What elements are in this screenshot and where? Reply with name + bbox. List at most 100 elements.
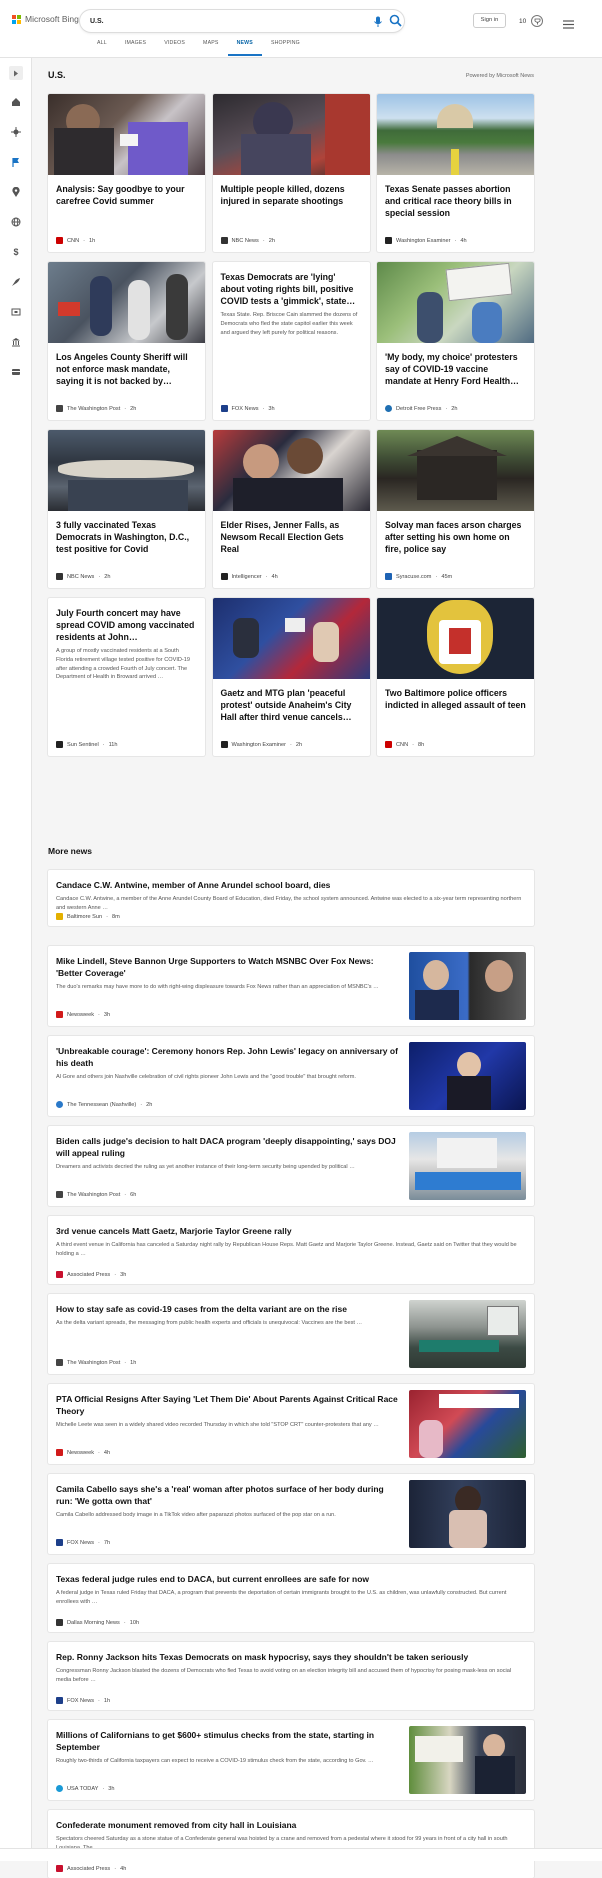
tab-images[interactable]: IMAGES	[116, 40, 155, 56]
products-icon[interactable]	[10, 366, 22, 378]
news-thumbnail	[409, 1300, 526, 1368]
list-item[interactable]: 'Unbreakable courage': Ceremony honors R…	[48, 1036, 534, 1116]
more-news-title: More news	[48, 846, 92, 856]
news-title[interactable]: Solvay man faces arson charges after set…	[385, 520, 526, 555]
news-title[interactable]: Camila Cabello says she's a 'real' woman…	[56, 1484, 401, 1507]
news-title[interactable]: 3rd venue cancels Matt Gaetz, Marjorie T…	[56, 1226, 526, 1238]
brand-name: Microsoft Bing	[25, 14, 79, 24]
news-card[interactable]: 3 fully vaccinated Texas Democrats in Wa…	[48, 430, 205, 588]
news-image	[377, 262, 534, 343]
rewards[interactable]: 10	[519, 15, 544, 27]
news-title[interactable]: 3 fully vaccinated Texas Democrats in Wa…	[56, 520, 197, 555]
sign-in-button[interactable]: Sign in	[473, 13, 506, 28]
news-card[interactable]: 'My body, my choice' protesters say of C…	[377, 262, 534, 420]
bing-logo[interactable]: Microsoft Bing	[12, 14, 79, 24]
news-title[interactable]: 'My body, my choice' protesters say of C…	[385, 352, 526, 387]
menu-icon[interactable]	[563, 16, 574, 29]
list-item[interactable]: Candace C.W. Antwine, member of Anne Aru…	[48, 870, 534, 926]
source-logo-icon	[220, 237, 228, 244]
news-title[interactable]: Confederate monument removed from city h…	[56, 1820, 526, 1832]
news-title[interactable]: Gaetz and MTG plan 'peaceful protest' ou…	[221, 688, 362, 723]
rocket-icon[interactable]	[10, 276, 22, 288]
news-source: Syracuse.com · 45m	[385, 573, 452, 580]
news-title[interactable]: Texas federal judge rules end to DACA, b…	[56, 1574, 526, 1586]
news-card[interactable]: Multiple people killed, dozens injured i…	[212, 94, 370, 252]
news-card[interactable]: Elder Rises, Jenner Falls, as Newsom Rec…	[212, 430, 370, 588]
source-logo-icon	[56, 1449, 63, 1456]
tab-maps[interactable]: MAPS	[194, 40, 228, 56]
list-item[interactable]: Texas federal judge rules end to DACA, b…	[48, 1564, 534, 1632]
source-logo-icon	[56, 913, 63, 920]
news-title[interactable]: PTA Official Resigns After Saying 'Let T…	[56, 1394, 401, 1417]
list-item[interactable]: Camila Cabello says she's a 'real' woman…	[48, 1474, 534, 1554]
globe-icon[interactable]	[10, 216, 22, 228]
news-title[interactable]: July Fourth concert may have spread COVI…	[56, 608, 197, 643]
news-title[interactable]: Millions of Californians to get $600+ st…	[56, 1730, 401, 1753]
coronavirus-icon[interactable]	[10, 126, 22, 138]
news-thumbnail	[409, 952, 526, 1020]
news-source: Newsweek · 3h	[56, 1011, 110, 1018]
source-logo-icon	[56, 1865, 63, 1872]
news-snippet: Congressman Ronny Jackson blasted the do…	[56, 1668, 512, 1683]
tab-news[interactable]: NEWS	[227, 40, 262, 56]
list-item[interactable]: Confederate monument removed from city h…	[48, 1810, 534, 1878]
list-item[interactable]: How to stay safe as covid-19 cases from …	[48, 1294, 534, 1374]
news-card[interactable]: Texas Senate passes abortion and critica…	[377, 94, 534, 252]
news-title[interactable]: How to stay safe as covid-19 cases from …	[56, 1304, 401, 1316]
news-source: Newsweek · 4h	[56, 1449, 110, 1456]
news-title[interactable]: Texas Senate passes abortion and critica…	[385, 184, 526, 219]
news-image	[377, 94, 534, 175]
news-title[interactable]: Los Angeles County Sheriff will not enfo…	[56, 352, 197, 387]
news-source: FOX News · 3h	[220, 405, 275, 412]
search-icon[interactable]	[389, 14, 402, 27]
tab-shopping[interactable]: SHOPPING	[262, 40, 309, 56]
news-snippet: Michelle Leete was seen in a widely shar…	[56, 1422, 379, 1428]
mic-icon[interactable]	[373, 15, 383, 27]
politics-icon[interactable]	[10, 336, 22, 348]
news-title[interactable]: Biden calls judge's decision to halt DAC…	[56, 1136, 401, 1159]
news-source: Washington Examiner · 2h	[220, 741, 302, 748]
entertainment-icon[interactable]	[10, 306, 22, 318]
source-logo-icon	[56, 405, 63, 412]
news-source: NBC News · 2h	[56, 573, 110, 580]
list-item[interactable]: Rep. Ronny Jackson hits Texas Democrats …	[48, 1642, 534, 1710]
expand-icon[interactable]	[9, 66, 23, 80]
news-snippet: The duo's remarks may have more to do wi…	[56, 984, 379, 990]
news-title[interactable]: Two Baltimore police officers indicted i…	[385, 688, 526, 712]
news-card[interactable]: Analysis: Say goodbye to your carefree C…	[48, 94, 205, 252]
source-logo-icon	[56, 573, 63, 580]
news-title[interactable]: Mike Lindell, Steve Bannon Urge Supporte…	[56, 956, 401, 979]
money-icon[interactable]: $	[10, 246, 22, 258]
tab-videos[interactable]: VIDEOS	[155, 40, 194, 56]
news-title[interactable]: Candace C.W. Antwine, member of Anne Aru…	[56, 880, 526, 892]
tab-all[interactable]: ALL	[88, 40, 116, 56]
location-icon[interactable]	[10, 186, 22, 198]
news-card[interactable]: Two Baltimore police officers indicted i…	[377, 598, 534, 756]
news-card[interactable]: Texas Democrats are 'lying' about voting…	[212, 262, 370, 420]
news-title[interactable]: 'Unbreakable courage': Ceremony honors R…	[56, 1046, 401, 1069]
news-card[interactable]: July Fourth concert may have spread COVI…	[48, 598, 205, 756]
list-item[interactable]: 3rd venue cancels Matt Gaetz, Marjorie T…	[48, 1216, 534, 1284]
flag-icon[interactable]	[10, 156, 22, 168]
source-logo-icon	[56, 1359, 63, 1366]
home-icon[interactable]	[10, 96, 22, 108]
microsoft-logo-icon	[12, 14, 21, 24]
search-input[interactable]	[90, 14, 340, 28]
news-card[interactable]: Solvay man faces arson charges after set…	[377, 430, 534, 588]
news-title[interactable]: Rep. Ronny Jackson hits Texas Democrats …	[56, 1652, 526, 1664]
news-title[interactable]: Multiple people killed, dozens injured i…	[221, 184, 362, 208]
news-source: The Washington Post · 1h	[56, 1359, 136, 1366]
list-item[interactable]: Biden calls judge's decision to halt DAC…	[48, 1126, 534, 1206]
news-title[interactable]: Elder Rises, Jenner Falls, as Newsom Rec…	[221, 520, 362, 555]
category-rail: $	[0, 58, 32, 1861]
news-title[interactable]: Analysis: Say goodbye to your carefree C…	[56, 184, 197, 208]
news-title[interactable]: Texas Democrats are 'lying' about voting…	[221, 272, 362, 307]
list-item[interactable]: Millions of Californians to get $600+ st…	[48, 1720, 534, 1800]
list-item[interactable]: Mike Lindell, Steve Bannon Urge Supporte…	[48, 946, 534, 1026]
list-item[interactable]: PTA Official Resigns After Saying 'Let T…	[48, 1384, 534, 1464]
news-card[interactable]: Los Angeles County Sheriff will not enfo…	[48, 262, 205, 420]
news-card[interactable]: Gaetz and MTG plan 'peaceful protest' ou…	[212, 598, 370, 756]
section-title: U.S.	[48, 70, 66, 80]
news-abstract: A group of mostly vaccinated residents a…	[56, 648, 190, 681]
powered-by[interactable]: Powered by Microsoft News	[466, 73, 534, 79]
